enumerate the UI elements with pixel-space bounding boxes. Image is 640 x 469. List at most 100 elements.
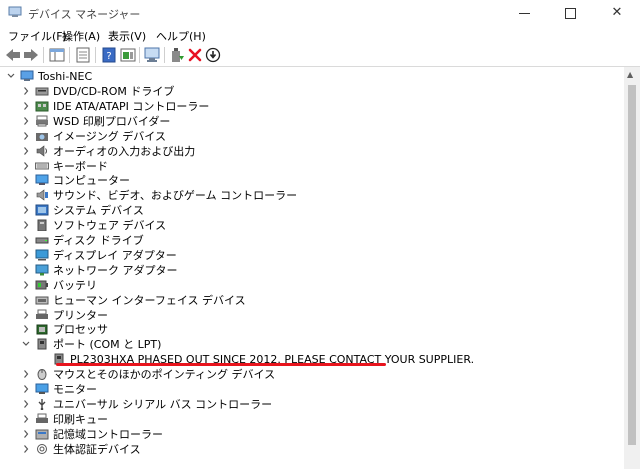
toolbar-separator [69,47,70,63]
toolbar-separator [95,47,96,63]
tree-category[interactable]: コンピューター [0,173,620,188]
device-manager-icon [8,6,22,17]
tree-category[interactable]: ディスク ドライブ [0,233,620,248]
toolbar: ? [0,44,640,66]
chevron-right-icon[interactable] [22,190,30,200]
tree-item-label: ヒューマン インターフェイス デバイス [53,294,246,307]
tree-category[interactable]: イメージング デバイス [0,129,620,144]
chevron-right-icon[interactable] [22,265,30,275]
tree-item-label: イメージング デバイス [53,130,166,143]
help-icon[interactable]: ? [100,46,118,64]
properties-icon[interactable] [74,46,92,64]
chevron-right-icon[interactable] [22,220,30,230]
menu-bar: ファイル(F) 操作(A) 表示(V) ヘルプ(H) [0,26,640,44]
tree-category[interactable]: ネットワーク アダプター [0,263,620,278]
tree-category[interactable]: 印刷キュー [0,412,620,427]
chevron-right-icon[interactable] [22,369,30,379]
chevron-down-icon[interactable] [22,339,30,349]
close-button[interactable]: ✕ [594,0,640,26]
tree-item-label: マウスとそのほかのポインティング デバイス [53,368,276,381]
tree-category[interactable]: DVD/CD-ROM ドライブ [0,84,620,99]
port-icon [37,338,47,350]
tree-category[interactable]: ユニバーサル シリアル バス コントローラー [0,397,620,412]
chevron-right-icon[interactable] [22,250,30,260]
tree-category[interactable]: サウンド、ビデオ、およびゲーム コントローラー [0,188,620,203]
tree-category[interactable]: 生体認証デバイス [0,442,620,457]
chevron-right-icon[interactable] [22,280,30,290]
chevron-right-icon[interactable] [22,161,30,171]
tree-category[interactable]: WSD 印刷プロバイダー [0,114,620,129]
chevron-right-icon[interactable] [22,235,30,245]
display-adapter-icon [35,249,49,261]
tree-item-label: モニター [53,383,97,396]
maximize-button[interactable] [548,0,594,26]
highlight-underline [56,363,386,366]
tree-category[interactable]: ヒューマン インターフェイス デバイス [0,293,620,308]
chevron-right-icon[interactable] [22,101,30,111]
chevron-down-icon[interactable] [7,71,15,81]
tree-category[interactable]: モニター [0,382,620,397]
tree-category[interactable]: バッテリ [0,278,620,293]
tree-item-label: WSD 印刷プロバイダー [53,115,171,128]
chevron-right-icon[interactable] [22,116,30,126]
tree-item-label: ポート (COM と LPT) [53,338,162,351]
tree-item-label: ユニバーサル シリアル バス コントローラー [53,398,273,411]
chevron-right-icon[interactable] [22,384,30,394]
chevron-right-icon[interactable] [22,414,30,424]
keyboard-icon [35,162,49,170]
chevron-right-icon[interactable] [22,444,30,454]
update-driver-icon[interactable] [168,46,186,64]
scrollbar-thumb[interactable] [628,85,636,445]
battery-icon [35,280,48,290]
disable-device-icon[interactable] [204,46,222,64]
chevron-right-icon[interactable] [22,131,30,141]
action-pane-icon[interactable] [119,46,137,64]
menu-view[interactable]: 表示(V) [108,28,146,44]
computer-root-icon [20,70,34,81]
tree-category[interactable]: ソフトウェア デバイス [0,218,620,233]
menu-action[interactable]: 操作(A) [62,28,100,44]
chevron-right-icon[interactable] [22,399,30,409]
tree-root[interactable]: Toshi-NEC [0,69,620,84]
minimize-button[interactable] [502,0,548,26]
chevron-right-icon[interactable] [22,324,30,334]
tree-category[interactable]: ディスプレイ アダプター [0,248,620,263]
tree-category[interactable]: キーボード [0,159,620,174]
processor-icon [36,324,48,335]
biometric-icon [37,444,47,454]
scan-hardware-icon[interactable] [143,46,161,64]
tree-category[interactable]: IDE ATA/ATAPI コントローラー [0,99,620,114]
chevron-right-icon[interactable] [22,175,30,185]
tree-category[interactable]: プリンター [0,308,620,323]
window-title: デバイス マネージャー [28,8,141,21]
print-queue-icon [36,413,48,423]
chevron-right-icon[interactable] [22,146,30,156]
tree-item-label: ソフトウェア デバイス [53,219,167,232]
tree-category[interactable]: オーディオの入力および出力 [0,144,620,159]
chevron-right-icon[interactable] [22,86,30,96]
printer-icon [36,309,48,319]
menu-file[interactable]: ファイル(F) [8,28,67,44]
menu-help[interactable]: ヘルプ(H) [156,28,206,44]
vertical-scrollbar[interactable]: ▲ [624,67,640,469]
speaker-icon [36,145,47,157]
forward-icon[interactable] [22,46,40,64]
chevron-right-icon[interactable] [22,295,30,305]
tree-category[interactable]: ポート (COM と LPT) [0,337,620,352]
show-hide-console-tree-icon[interactable] [48,46,66,64]
tree-item-label: ディスク ドライブ [53,234,144,247]
tree-category[interactable]: 記憶域コントローラー [0,427,620,442]
tree-item-label: ディスプレイ アダプター [53,249,177,262]
chevron-right-icon[interactable] [22,310,30,320]
back-icon[interactable] [4,46,22,64]
tree-category[interactable]: マウスとそのほかのポインティング デバイス [0,367,620,382]
uninstall-icon[interactable] [186,46,204,64]
chevron-right-icon[interactable] [22,205,30,215]
device-manager-window: デバイス マネージャー ✕ ファイル(F) 操作(A) 表示(V) ヘルプ(H) [0,0,640,469]
tree-category[interactable]: システム デバイス [0,203,620,218]
scroll-up-icon[interactable]: ▲ [627,70,633,79]
toolbar-separator [164,47,165,63]
software-device-icon [37,219,47,231]
chevron-right-icon[interactable] [22,429,30,439]
tree-category[interactable]: プロセッサ [0,322,620,337]
